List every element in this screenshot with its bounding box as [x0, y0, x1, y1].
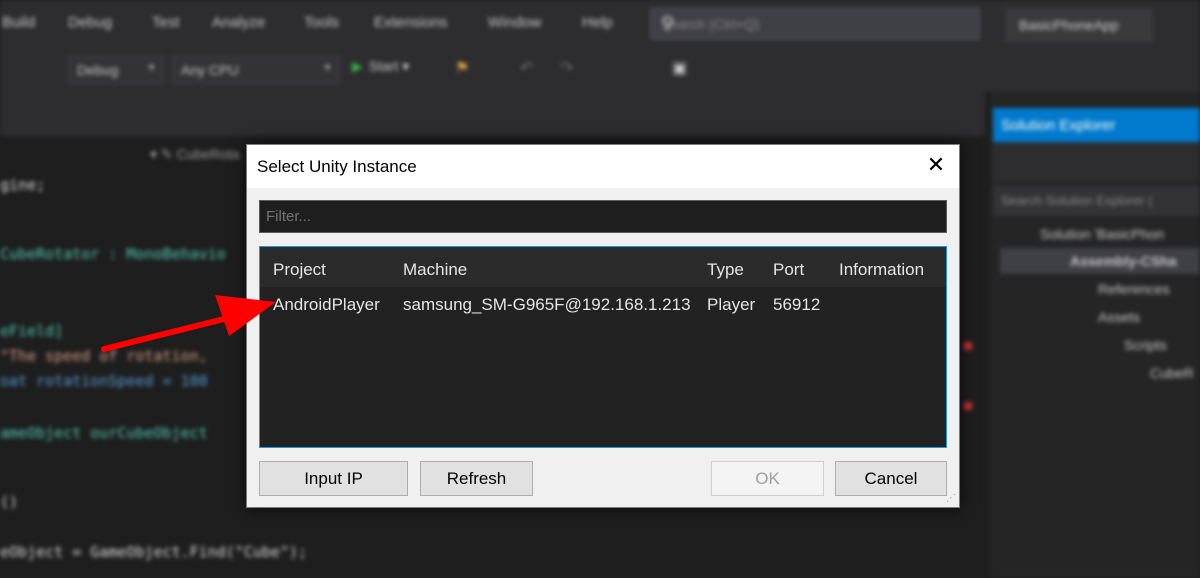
- code-line: gine;: [0, 176, 46, 194]
- chevron-down-icon: ▼: [322, 62, 333, 74]
- platform-value: Any CPU: [181, 62, 239, 78]
- solution-explorer-title: Solution Explorer: [993, 108, 1200, 142]
- menu-help[interactable]: Help: [582, 14, 613, 31]
- menu-debug[interactable]: Debug: [68, 14, 112, 31]
- start-button[interactable]: ▶ Start ▾: [352, 58, 409, 75]
- ide-toolbar: Debug ▼ Any CPU ▼: [0, 48, 1200, 92]
- start-label: Start: [368, 58, 399, 74]
- breadcrumb-label: CubeRota: [176, 146, 240, 162]
- tree-item-solution[interactable]: Solution 'BasicPhon: [1040, 226, 1164, 242]
- tree-item-cube-script[interactable]: CubeR: [1150, 365, 1194, 381]
- column-header-machine[interactable]: Machine: [403, 260, 467, 280]
- column-header-information[interactable]: Information: [839, 260, 924, 280]
- play-icon: ▶: [352, 58, 363, 74]
- code-line: eObject = GameObject.Find("Cube");: [0, 543, 308, 561]
- config-combo[interactable]: Debug ▼: [68, 56, 164, 84]
- search-icon: ⚲: [661, 13, 675, 33]
- select-unity-instance-dialog: Select Unity Instance ✕ Project Machine …: [246, 144, 960, 508]
- config-value: Debug: [77, 62, 119, 78]
- scrollbar-marker: [964, 402, 972, 410]
- tree-item-assembly[interactable]: Assembly-CSha: [1070, 253, 1177, 269]
- menu-build[interactable]: Build: [2, 14, 35, 31]
- column-header-project[interactable]: Project: [273, 260, 326, 280]
- dialog-title-bar: Select Unity Instance ✕: [247, 145, 959, 188]
- editor-tab-bar: [0, 92, 985, 136]
- solution-explorer-toolbar: [993, 142, 1200, 182]
- undo-icon[interactable]: ↶: [520, 58, 533, 78]
- column-header-port[interactable]: Port: [773, 260, 804, 280]
- column-header-type[interactable]: Type: [707, 260, 744, 280]
- tree-item-scripts[interactable]: Scripts: [1124, 337, 1167, 353]
- code-line: "The speed of rotation,: [0, 347, 217, 365]
- menu-extensions[interactable]: Extensions: [374, 14, 447, 31]
- input-ip-button[interactable]: Input IP: [259, 461, 408, 496]
- tree-item-assets[interactable]: Assets: [1098, 309, 1140, 325]
- resize-grip-icon[interactable]: ⋰: [946, 493, 956, 504]
- refresh-button[interactable]: Refresh: [420, 461, 533, 496]
- menu-window[interactable]: Window: [488, 14, 541, 31]
- ide-search-box[interactable]: Search (Ctrl+Q) ⚲: [650, 8, 980, 40]
- platform-combo[interactable]: Any CPU ▼: [172, 56, 340, 84]
- tree-item-references[interactable]: References: [1098, 281, 1170, 297]
- cell-port: 56912: [773, 295, 821, 314]
- table-header: Project Machine Type Port Information: [260, 247, 946, 287]
- cell-project: AndroidPlayer: [273, 295, 380, 314]
- unity-instance-table: Project Machine Type Port Information An…: [259, 246, 947, 448]
- redo-icon[interactable]: ↷: [560, 58, 573, 78]
- solution-explorer-search[interactable]: Search Solution Explorer (: [993, 186, 1200, 216]
- cell-machine: samsung_SM-G965F@192.168.1.213: [403, 295, 691, 314]
- menu-tools[interactable]: Tools: [304, 14, 339, 31]
- close-icon[interactable]: ✕: [925, 154, 947, 176]
- unity-attach-icon[interactable]: ⚑: [455, 58, 469, 78]
- code-line: ameObject ourCubeObject: [0, 424, 208, 442]
- menu-analyze[interactable]: Analyze: [212, 14, 265, 31]
- code-line: oat rotationSpeed = 100: [0, 372, 208, 390]
- project-name-badge: BasicPhoneApp: [1005, 8, 1153, 42]
- cancel-button[interactable]: Cancel: [835, 461, 947, 496]
- chevron-down-icon: ▼: [146, 62, 157, 74]
- dialog-title: Select Unity Instance: [257, 157, 417, 176]
- ok-button[interactable]: OK: [711, 461, 824, 496]
- code-line: CubeRotator : MonoBehavio: [0, 245, 226, 263]
- table-row[interactable]: AndroidPlayer samsung_SM-G965F@192.168.1…: [260, 287, 946, 317]
- filter-input[interactable]: [259, 200, 947, 233]
- code-line: eField]: [0, 322, 64, 340]
- cell-type: Player: [707, 295, 756, 314]
- menu-test[interactable]: Test: [152, 14, 180, 31]
- scrollbar-marker: [964, 342, 972, 350]
- comment-icon[interactable]: ▣: [672, 58, 687, 78]
- code-line: (): [0, 493, 19, 511]
- breadcrumb[interactable]: ▾ ✎ CubeRota: [150, 146, 240, 163]
- menu-bar: Build Debug Test Analyze Tools Extension…: [0, 0, 1200, 48]
